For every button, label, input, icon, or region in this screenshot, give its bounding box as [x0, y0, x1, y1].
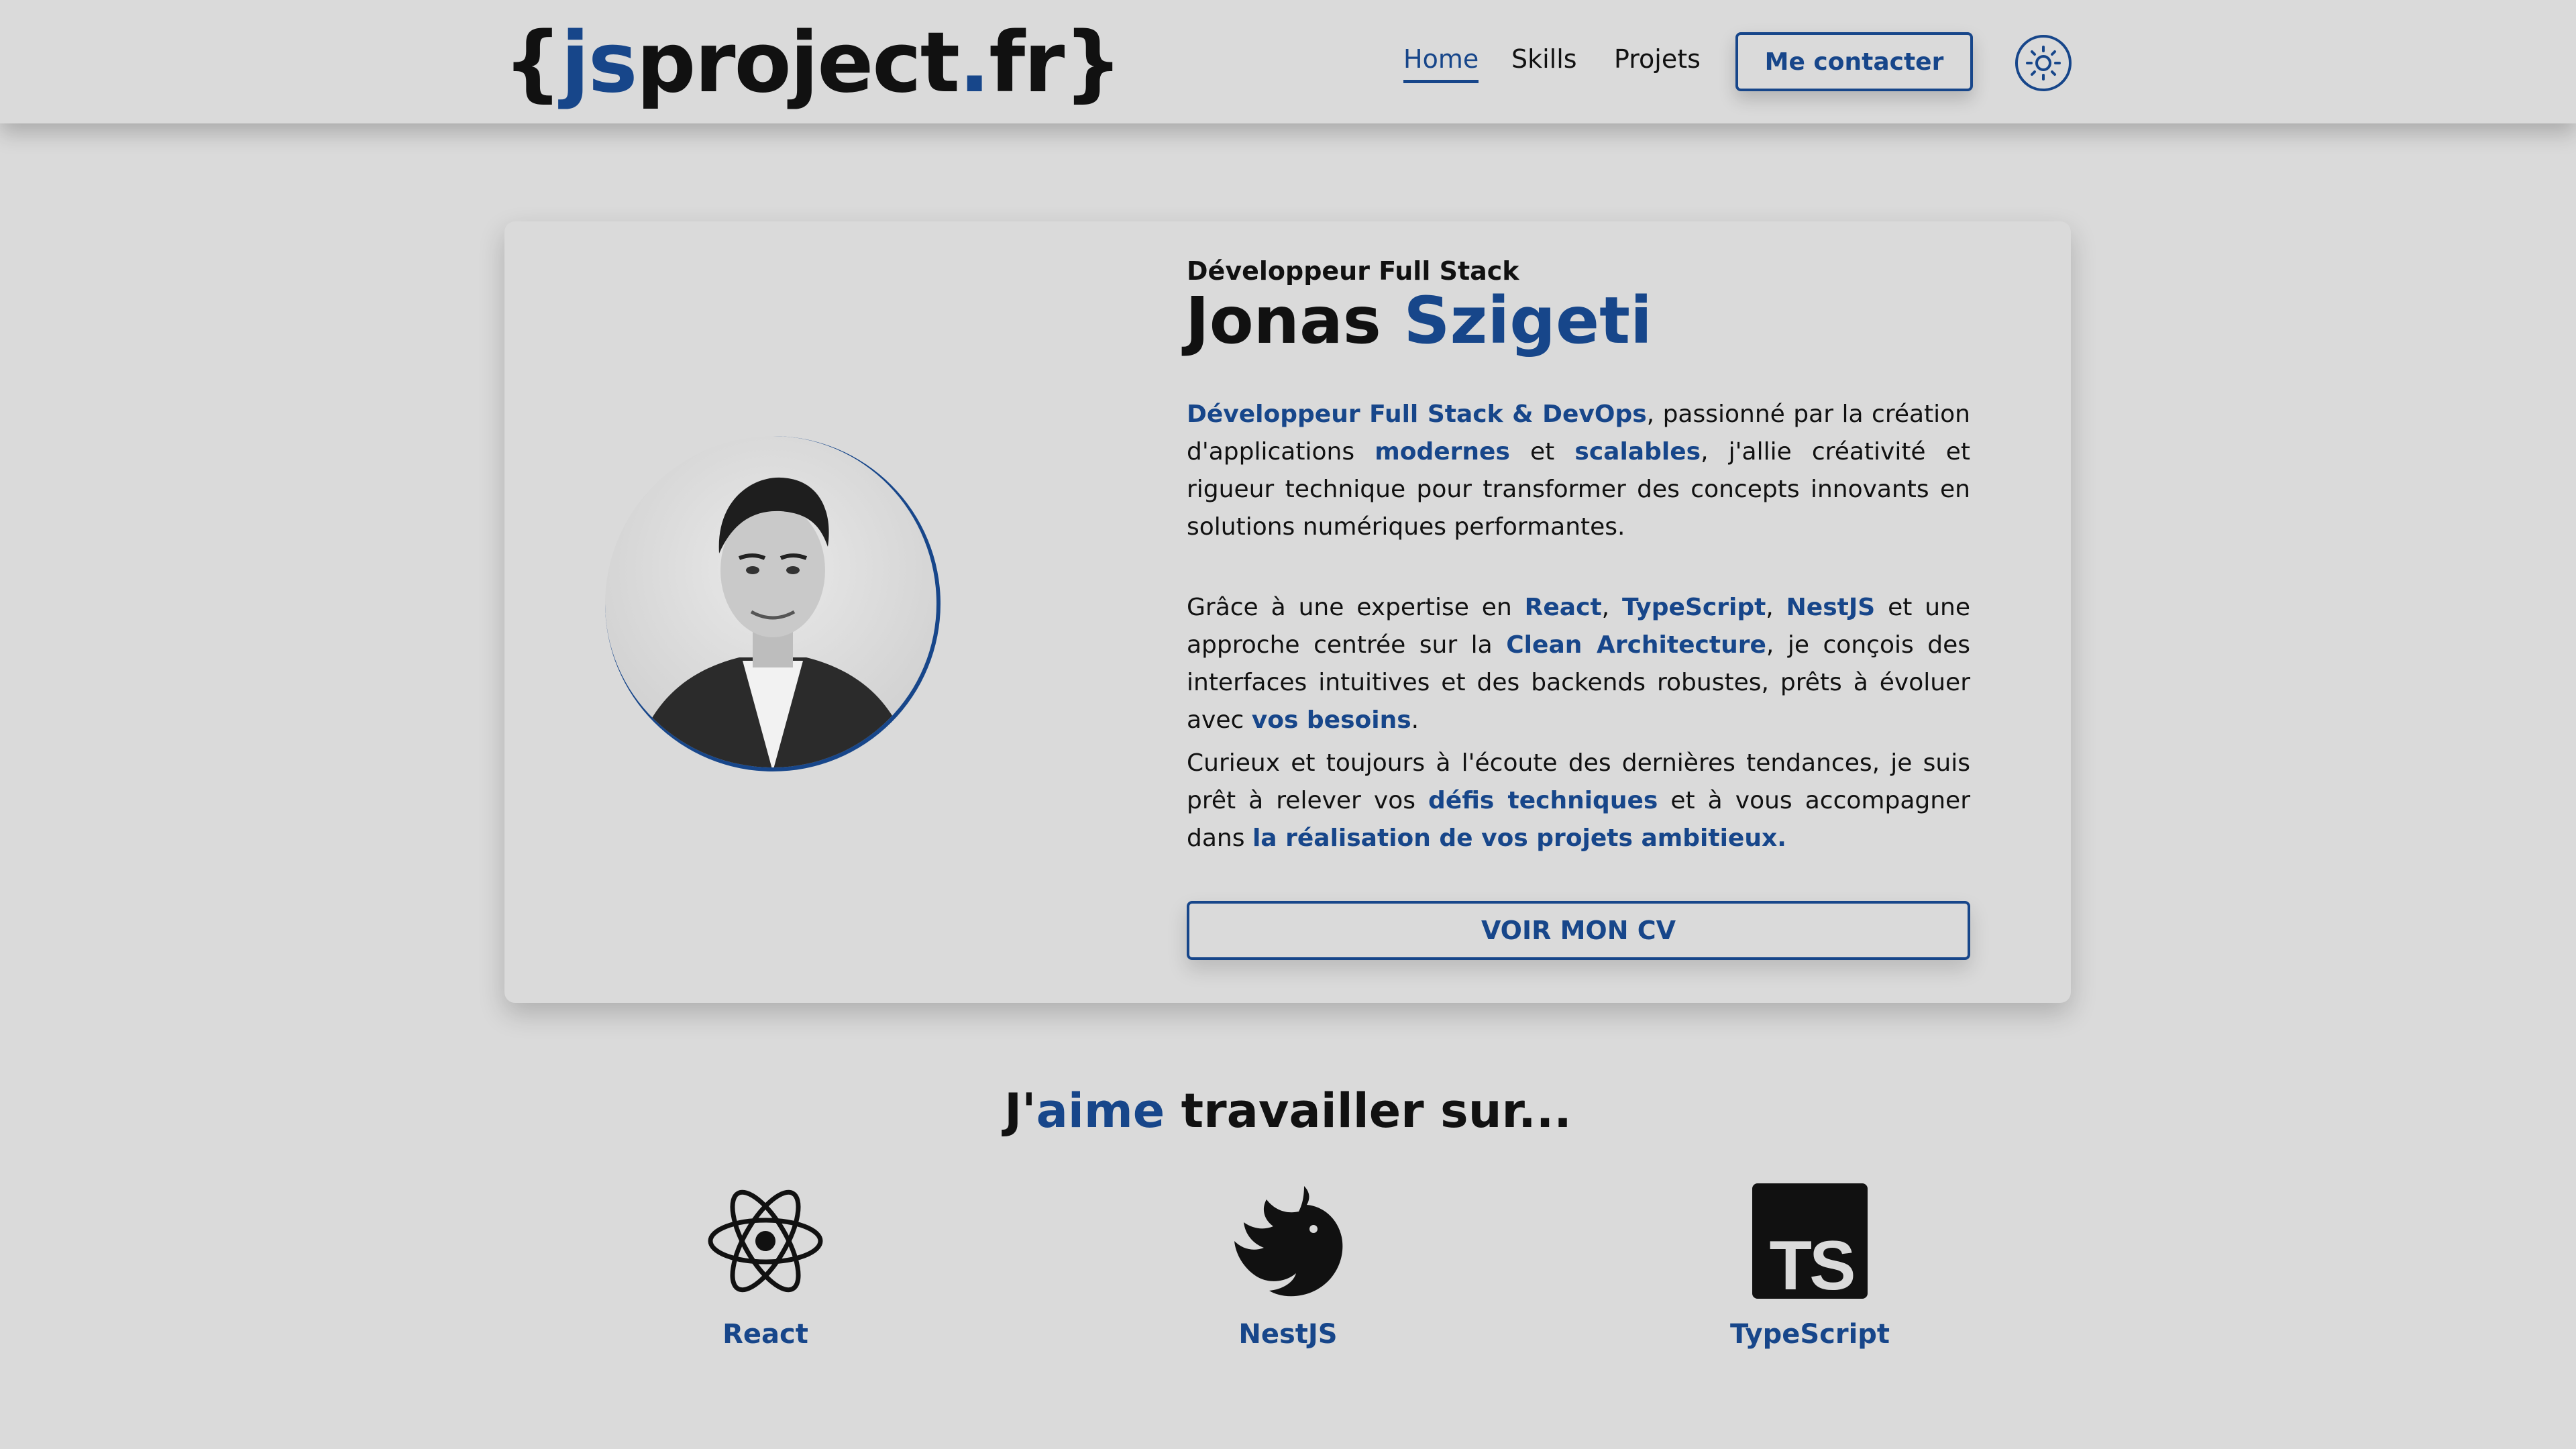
highlight-text: React	[1524, 594, 1602, 621]
view-cv-button[interactable]: VOIR MON CV	[1187, 901, 1970, 960]
hero-subtitle: Développeur Full Stack	[1187, 256, 1519, 286]
paragraph-text: ,	[1766, 594, 1786, 621]
contact-button[interactable]: Me contacter	[1735, 32, 1973, 91]
skill-react: React	[658, 1182, 873, 1350]
paragraph-text: .	[1411, 706, 1419, 734]
svg-text:TS: TS	[1770, 1227, 1854, 1300]
typescript-icon: TS	[1752, 1183, 1868, 1300]
hero-paragraph-1: Développeur Full Stack & DevOps, passion…	[1187, 396, 1970, 546]
skill-label: React	[722, 1319, 808, 1350]
hero-card: Développeur Full Stack Jonas Szigeti Dév…	[504, 221, 2071, 1003]
nav-home[interactable]: Home	[1403, 44, 1479, 83]
portrait-illustration	[633, 477, 913, 767]
skills-title-post: travailler sur...	[1165, 1083, 1572, 1138]
highlight-text: Clean Architecture	[1506, 631, 1766, 659]
site-header: {jsproject.fr} Home Skills Projets Me co…	[0, 0, 2576, 123]
logo-project: project	[636, 15, 960, 111]
highlight-text: Développeur Full Stack & DevOps	[1187, 400, 1647, 428]
nav-projets[interactable]: Projets	[1614, 44, 1701, 74]
hero-first-name: Jonas	[1185, 283, 1381, 358]
skill-label: NestJS	[1238, 1319, 1338, 1350]
highlight-text: modernes	[1375, 438, 1510, 466]
paragraph-text: ,	[1601, 594, 1623, 621]
hero-name: Jonas Szigeti	[1185, 283, 1652, 358]
paragraph-text: et	[1509, 438, 1575, 466]
skills-title: J'aime travailler sur...	[0, 1083, 2576, 1138]
highlight-text: vos besoins	[1251, 706, 1411, 734]
logo-js: js	[561, 15, 637, 111]
nestjs-icon	[1234, 1186, 1343, 1297]
paragraph-text: Grâce à une expertise en	[1187, 594, 1525, 621]
theme-toggle-button[interactable]	[2015, 35, 2072, 91]
skill-nestjs: NestJS	[1181, 1182, 1395, 1350]
highlight-text: défis techniques	[1428, 787, 1658, 814]
highlight-text: TypeScript	[1622, 594, 1766, 621]
logo-dot: .	[959, 15, 990, 111]
highlight-text: NestJS	[1786, 594, 1876, 621]
nav-skills[interactable]: Skills	[1511, 44, 1577, 74]
hero-paragraph-3: Curieux et toujours à l'écoute des derni…	[1187, 745, 1970, 857]
react-icon	[708, 1189, 823, 1293]
skill-label: TypeScript	[1729, 1319, 1890, 1350]
logo-brace-open: {	[503, 15, 562, 111]
site-logo[interactable]: {jsproject.fr}	[503, 15, 1123, 111]
hero-paragraph-2: Grâce à une expertise en React, TypeScri…	[1187, 589, 1970, 739]
skills-title-highlight: aime	[1036, 1083, 1165, 1138]
logo-brace-close: }	[1063, 15, 1122, 111]
highlight-text: la réalisation de vos projets ambitieux.	[1252, 824, 1786, 852]
profile-photo	[605, 436, 941, 771]
highlight-text: scalables	[1574, 438, 1701, 466]
skills-title-pre: J'	[1004, 1083, 1036, 1138]
hero-last-name: Szigeti	[1403, 283, 1652, 358]
sun-icon	[2026, 46, 2061, 80]
skill-typescript: TS TypeScript	[1703, 1182, 1917, 1350]
logo-fr: fr	[989, 15, 1065, 111]
